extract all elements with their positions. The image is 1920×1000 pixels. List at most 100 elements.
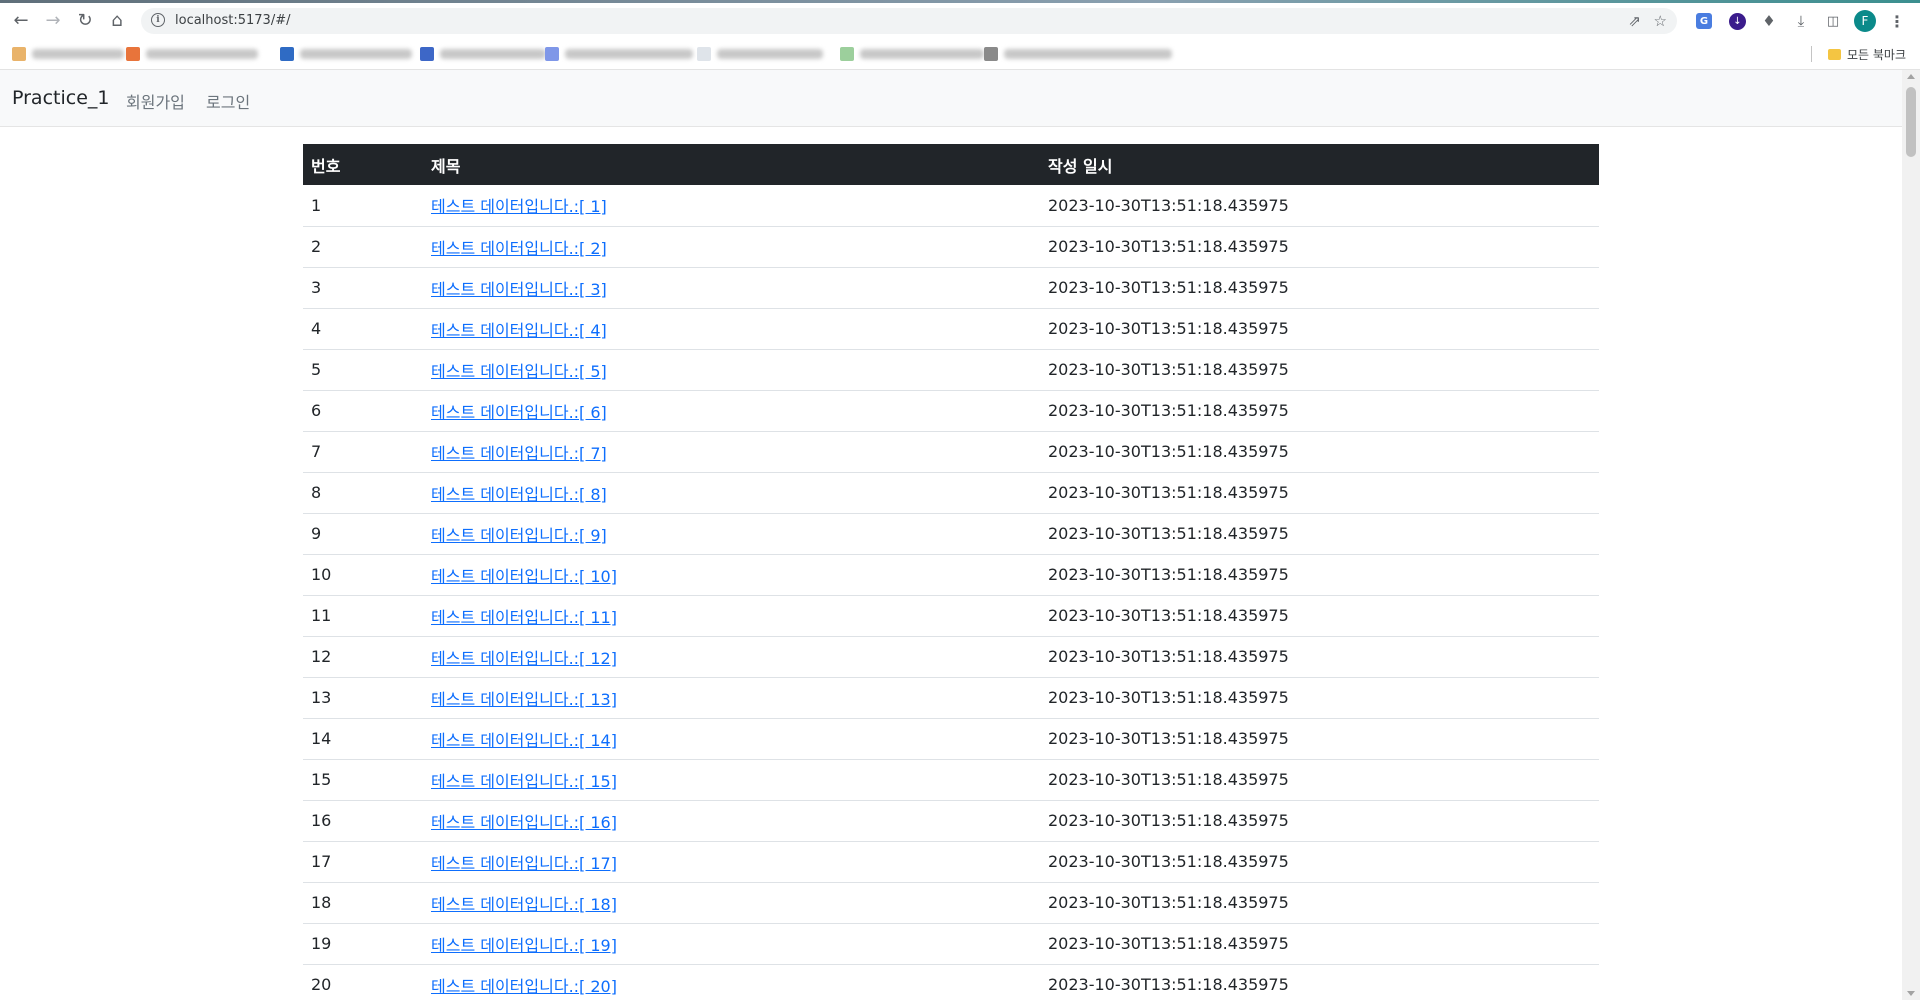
post-created-at: 2023-10-30T13:51:18.435975 — [1040, 226, 1599, 268]
post-number: 17 — [303, 841, 423, 883]
post-title-link[interactable]: 테스트 데이터입니다.:[ 11] — [431, 608, 617, 627]
post-title-cell: 테스트 데이터입니다.:[ 18] — [423, 882, 1040, 924]
back-icon[interactable]: ← — [8, 8, 34, 34]
post-title-link[interactable]: 테스트 데이터입니다.:[ 19] — [431, 936, 617, 955]
post-title-link[interactable]: 테스트 데이터입니다.:[ 5] — [431, 362, 607, 381]
star-icon[interactable]: ☆ — [1654, 12, 1667, 30]
nav-link-signup[interactable]: 회원가입 — [126, 89, 185, 113]
post-created-at: 2023-10-30T13:51:18.435975 — [1040, 677, 1599, 719]
table-row: 20 테스트 데이터입니다.:[ 20] 2023-10-30T13:51:18.4… — [303, 964, 1599, 1000]
url-text[interactable]: localhost:5173/#/ — [175, 13, 290, 28]
profile-avatar[interactable]: F — [1854, 10, 1876, 32]
post-number: 1 — [303, 185, 423, 227]
page-scrollbar[interactable] — [1902, 70, 1920, 1000]
post-title-cell: 테스트 데이터입니다.:[ 5] — [423, 349, 1040, 391]
translate-icon[interactable]: G — [1696, 13, 1712, 29]
browser-toolbar: ← → ↻ ⌂ i localhost:5173/#/ ⇗ ☆ G ↓ ♦ ⤓ … — [0, 3, 1920, 38]
post-title-link[interactable]: 테스트 데이터입니다.:[ 9] — [431, 526, 607, 545]
post-number: 2 — [303, 226, 423, 268]
post-title-link[interactable]: 테스트 데이터입니다.:[ 14] — [431, 731, 617, 750]
post-title-link[interactable]: 테스트 데이터입니다.:[ 6] — [431, 403, 607, 422]
post-title-cell: 테스트 데이터입니다.:[ 3] — [423, 267, 1040, 309]
post-title-cell: 테스트 데이터입니다.:[ 7] — [423, 431, 1040, 473]
bookmark-item[interactable] — [12, 47, 124, 61]
post-title-link[interactable]: 테스트 데이터입니다.:[ 15] — [431, 772, 617, 791]
navbar-brand[interactable]: Practice_1 — [12, 87, 109, 109]
post-created-at: 2023-10-30T13:51:18.435975 — [1040, 513, 1599, 555]
table-row: 9 테스트 데이터입니다.:[ 9] 2023-10-30T13:51:18.435… — [303, 513, 1599, 555]
all-bookmarks-label: 모든 북마크 — [1846, 48, 1906, 62]
post-created-at: 2023-10-30T13:51:18.435975 — [1040, 185, 1599, 227]
post-table-container: 번호 제목 작성 일시 1 테스트 데이터입니다.:[ 1] 2023-10-30T… — [303, 144, 1599, 1000]
top-navbar: Practice_1 회원가입 로그인 — [0, 70, 1902, 127]
bookmark-item[interactable] — [697, 47, 823, 61]
post-title-link[interactable]: 테스트 데이터입니다.:[ 8] — [431, 485, 607, 504]
post-number: 9 — [303, 513, 423, 555]
post-number: 15 — [303, 759, 423, 801]
post-title-cell: 테스트 데이터입니다.:[ 12] — [423, 636, 1040, 678]
bookmark-item[interactable] — [126, 47, 258, 61]
all-bookmarks-folder[interactable]: 모든 북마크 — [1827, 46, 1906, 63]
bookmark-item[interactable] — [545, 47, 693, 61]
post-created-at: 2023-10-30T13:51:18.435975 — [1040, 349, 1599, 391]
bookmark-item[interactable] — [840, 47, 984, 61]
post-title-cell: 테스트 데이터입니다.:[ 6] — [423, 390, 1040, 432]
post-title-cell: 테스트 데이터입니다.:[ 1] — [423, 185, 1040, 227]
bookmark-item[interactable] — [280, 47, 412, 61]
download-icon[interactable]: ⤓ — [1791, 11, 1811, 31]
share-icon[interactable]: ⇗ — [1628, 12, 1641, 30]
scroll-down-icon[interactable] — [1907, 991, 1915, 996]
sidepanel-icon[interactable]: ◫ — [1823, 11, 1843, 31]
post-title-link[interactable]: 테스트 데이터입니다.:[ 13] — [431, 690, 617, 709]
address-bar[interactable]: i localhost:5173/#/ ⇗ ☆ — [141, 8, 1677, 34]
bookmark-item[interactable] — [420, 47, 546, 61]
post-title-link[interactable]: 테스트 데이터입니다.:[ 7] — [431, 444, 607, 463]
header-number: 번호 — [303, 144, 423, 185]
post-title-link[interactable]: 테스트 데이터입니다.:[ 2] — [431, 239, 607, 258]
info-icon[interactable]: i — [151, 13, 165, 27]
folder-icon — [1827, 49, 1841, 60]
post-title-link[interactable]: 테스트 데이터입니다.:[ 10] — [431, 567, 617, 586]
table-row: 7 테스트 데이터입니다.:[ 7] 2023-10-30T13:51:18.435… — [303, 431, 1599, 473]
post-title-cell: 테스트 데이터입니다.:[ 9] — [423, 513, 1040, 555]
table-row: 10 테스트 데이터입니다.:[ 10] 2023-10-30T13:51:18.4… — [303, 554, 1599, 596]
post-created-at: 2023-10-30T13:51:18.435975 — [1040, 964, 1599, 1000]
post-created-at: 2023-10-30T13:51:18.435975 — [1040, 923, 1599, 965]
header-title: 제목 — [423, 144, 1040, 185]
post-number: 18 — [303, 882, 423, 924]
post-title-link[interactable]: 테스트 데이터입니다.:[ 18] — [431, 895, 617, 914]
post-title-link[interactable]: 테스트 데이터입니다.:[ 3] — [431, 280, 607, 299]
post-title-link[interactable]: 테스트 데이터입니다.:[ 17] — [431, 854, 617, 873]
post-created-at: 2023-10-30T13:51:18.435975 — [1040, 308, 1599, 350]
forward-icon[interactable]: → — [40, 8, 66, 34]
post-created-at: 2023-10-30T13:51:18.435975 — [1040, 595, 1599, 637]
post-created-at: 2023-10-30T13:51:18.435975 — [1040, 882, 1599, 924]
reload-icon[interactable]: ↻ — [72, 8, 98, 34]
post-title-cell: 테스트 데이터입니다.:[ 15] — [423, 759, 1040, 801]
nav-link-login[interactable]: 로그인 — [206, 89, 250, 113]
post-title-link[interactable]: 테스트 데이터입니다.:[ 4] — [431, 321, 607, 340]
puzzle-icon[interactable]: ♦ — [1759, 11, 1779, 31]
table-row: 15 테스트 데이터입니다.:[ 15] 2023-10-30T13:51:18.4… — [303, 759, 1599, 801]
post-title-link[interactable]: 테스트 데이터입니다.:[ 20] — [431, 977, 617, 996]
post-title-link[interactable]: 테스트 데이터입니다.:[ 12] — [431, 649, 617, 668]
table-row: 8 테스트 데이터입니다.:[ 8] 2023-10-30T13:51:18.435… — [303, 472, 1599, 514]
browser-chrome: ← → ↻ ⌂ i localhost:5173/#/ ⇗ ☆ G ↓ ♦ ⤓ … — [0, 0, 1920, 70]
post-number: 8 — [303, 472, 423, 514]
home-icon[interactable]: ⌂ — [104, 8, 130, 34]
post-title-cell: 테스트 데이터입니다.:[ 17] — [423, 841, 1040, 883]
scrollbar-thumb[interactable] — [1906, 87, 1916, 157]
post-number: 10 — [303, 554, 423, 596]
post-title-link[interactable]: 테스트 데이터입니다.:[ 16] — [431, 813, 617, 832]
scroll-up-icon[interactable] — [1907, 74, 1915, 79]
download-ext-icon[interactable]: ↓ — [1729, 13, 1746, 30]
table-row: 3 테스트 데이터입니다.:[ 3] 2023-10-30T13:51:18.435… — [303, 267, 1599, 309]
table-row: 17 테스트 데이터입니다.:[ 17] 2023-10-30T13:51:18.4… — [303, 841, 1599, 883]
post-number: 14 — [303, 718, 423, 760]
menu-icon[interactable]: ⋮ — [1887, 11, 1907, 31]
post-title-link[interactable]: 테스트 데이터입니다.:[ 1] — [431, 197, 607, 216]
post-table: 번호 제목 작성 일시 1 테스트 데이터입니다.:[ 1] 2023-10-30T… — [303, 144, 1599, 1000]
post-created-at: 2023-10-30T13:51:18.435975 — [1040, 390, 1599, 432]
table-row: 18 테스트 데이터입니다.:[ 18] 2023-10-30T13:51:18.4… — [303, 882, 1599, 924]
bookmark-item[interactable] — [984, 47, 1172, 61]
